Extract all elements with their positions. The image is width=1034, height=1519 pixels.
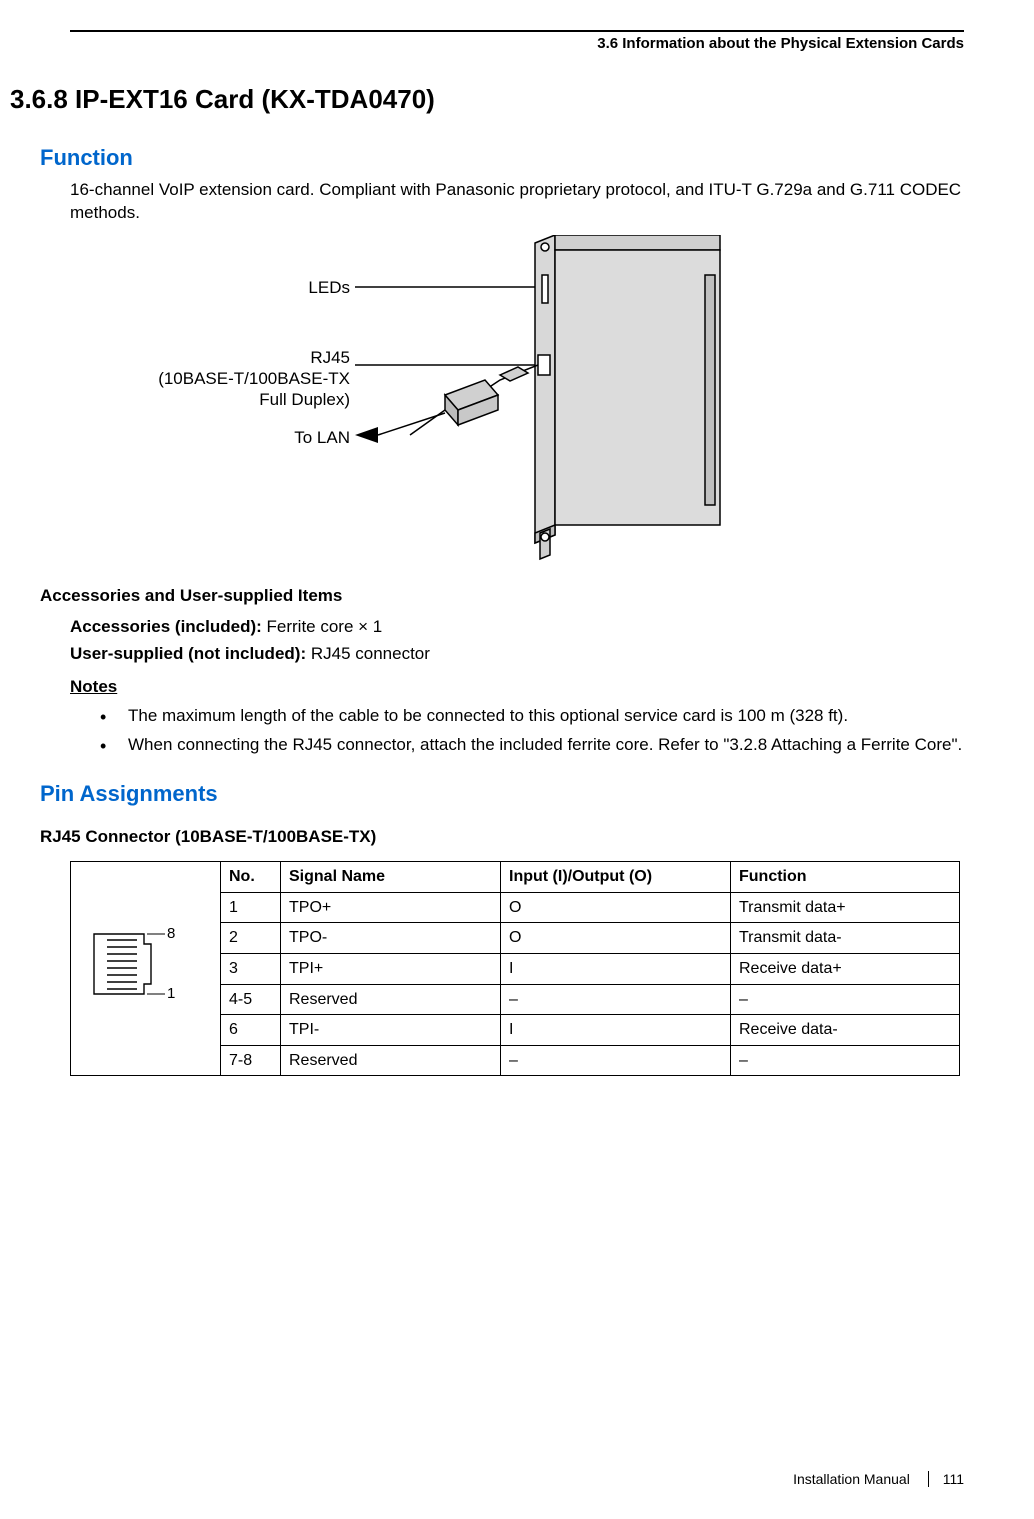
accessories-included: Accessories (included): Ferrite core × 1: [70, 616, 964, 639]
pin-assignments-heading: Pin Assignments: [40, 779, 964, 809]
card-illustration: [350, 235, 750, 565]
function-description: 16-channel VoIP extension card. Complian…: [70, 179, 964, 225]
col-function: Function: [731, 862, 960, 893]
pin-table: 8 1 No. Signal Name Input (I)/Out: [70, 861, 960, 1076]
svg-text:1: 1: [167, 985, 175, 1002]
connector-heading: RJ45 Connector (10BASE-T/100BASE-TX): [40, 826, 964, 849]
page-footer: Installation Manual 111: [793, 1470, 964, 1489]
rj45-connector-icon: 8 1: [79, 920, 189, 1010]
connector-diagram-cell: 8 1: [71, 862, 221, 1076]
section-title: 3.6.8 IP-EXT16 Card (KX-TDA0470): [10, 82, 964, 117]
card-diagram: LEDs RJ45 (10BASE-T/100BASE-TX Full Dupl…: [70, 235, 964, 565]
footer-manual: Installation Manual: [793, 1471, 910, 1487]
diagram-label-lan: To LAN: [294, 427, 350, 450]
notes-heading: Notes: [70, 676, 964, 699]
function-heading: Function: [40, 143, 964, 173]
footer-page: 111: [928, 1471, 964, 1487]
col-signal: Signal Name: [281, 862, 501, 893]
col-no: No.: [221, 862, 281, 893]
header-breadcrumb: 3.6 Information about the Physical Exten…: [10, 34, 964, 54]
notes-list: The maximum length of the cable to be co…: [100, 705, 964, 757]
diagram-label-rj45: RJ45 (10BASE-T/100BASE-TX Full Duplex): [158, 347, 350, 411]
accessories-heading: Accessories and User-supplied Items: [40, 585, 964, 608]
list-item: When connecting the RJ45 connector, atta…: [100, 734, 964, 757]
col-io: Input (I)/Output (O): [501, 862, 731, 893]
diagram-label-leds: LEDs: [308, 277, 350, 300]
header-rule: [70, 30, 964, 32]
list-item: The maximum length of the cable to be co…: [100, 705, 964, 728]
accessories-user: User-supplied (not included): RJ45 conne…: [70, 643, 964, 666]
svg-text:8: 8: [167, 925, 175, 942]
table-header-row: 8 1 No. Signal Name Input (I)/Out: [71, 862, 960, 893]
